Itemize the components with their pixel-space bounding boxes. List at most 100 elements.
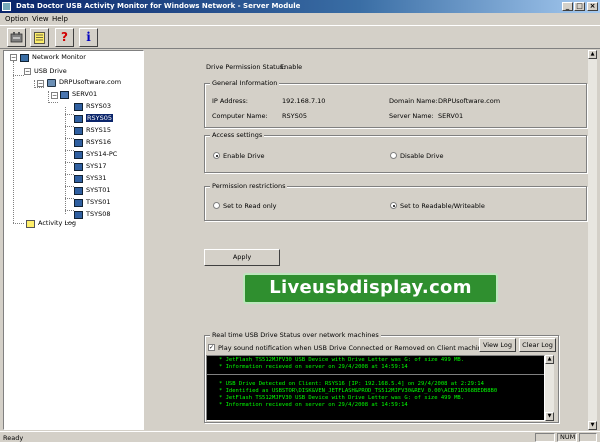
log-line: * Information recieved on server on 29/4… [219,364,408,370]
server-value: SERV01 [438,112,464,120]
read-only-label[interactable]: Set to Read only [223,202,276,210]
ip-value: 192.168.7.10 [282,97,326,105]
clear-log-button[interactable]: Clear Log [519,338,556,352]
notepad-icon [34,32,45,44]
status-seg [579,433,597,442]
scroll-down-arrow-icon[interactable]: ▼ [588,421,597,430]
menu-bar: Option View Help [0,13,600,25]
computer-icon [74,210,83,219]
computer-value: RSYS05 [282,112,308,120]
activity-log-output[interactable]: * JetFlash TS512MJFV30 USB Device with D… [206,355,545,421]
main-scrollbar[interactable]: ▲ ▼ [588,50,597,430]
tree-node-client[interactable]: SYST01 [74,186,110,195]
window-title: Data Doctor USB Activity Monitor for Win… [16,2,301,10]
usb-device-icon [10,32,23,43]
tree-node-client[interactable]: RSYS03 [74,102,111,111]
tree-node-client[interactable]: TSYS01 [74,198,110,207]
computer-icon [74,138,83,147]
network-icon [20,53,29,62]
computer-icon [74,102,83,111]
tree-node-domain[interactable]: DRPUsoftware.com [47,78,121,87]
info-button[interactable]: i [79,28,98,47]
status-text: Ready [3,434,24,442]
info-icon: i [86,30,91,44]
expand-toggle-usb-drive[interactable]: − [24,68,31,75]
general-info-group: General Information [204,79,587,128]
app-icon [2,2,11,11]
read-write-radio[interactable] [390,202,397,209]
tree-node-activity-log[interactable]: Activity Log [26,219,76,228]
scroll-down-arrow-icon[interactable]: ▼ [545,412,554,421]
server-label: Server Name: [389,112,434,120]
log-button[interactable] [30,28,49,47]
sound-notification-label[interactable]: Play sound notification when USB Drive C… [218,344,489,352]
status-bar: Ready NUM [0,431,600,442]
notepad-icon [26,219,35,228]
computer-icon [74,162,83,171]
permission-status-value: Enable [280,63,303,71]
apply-button[interactable]: Apply [204,249,280,266]
log-line: * Identified as USBSTOR\DISK&VEN_JETFLAS… [219,388,498,394]
log-line: * USB Drive Detected on Client: RSYS16 [… [219,381,484,387]
ip-label: IP Address: [212,97,248,105]
tree-node-network-monitor[interactable]: Network Monitor [20,53,86,62]
computer-icon [74,198,83,207]
access-settings-title: Access settings [210,131,265,140]
computer-icon [74,150,83,159]
tree-node-client[interactable]: RSYS15 [74,126,111,135]
disable-drive-radio[interactable] [390,152,397,159]
expand-toggle-domain[interactable]: − [37,80,44,87]
expand-toggle-server[interactable]: − [51,92,58,99]
server-icon [60,90,69,99]
computer-icon [74,174,83,183]
sound-notification-checkbox[interactable]: ✓ [208,344,215,351]
scroll-up-arrow-icon[interactable]: ▲ [588,50,597,59]
menu-view[interactable]: View [32,13,49,25]
status-seg [535,433,555,442]
computer-icon [74,114,83,123]
permission-status-label: Drive Permission Status: [206,63,286,71]
toolbar: ? i [0,25,600,49]
log-line: * JetFlash TS512MJFV30 USB Device with D… [219,357,465,363]
tree-node-server[interactable]: SERV01 [60,90,97,99]
maximize-button[interactable]: □ [574,2,585,11]
read-write-label[interactable]: Set to Readable/Writeable [400,202,485,210]
num-lock-indicator: NUM [557,433,577,442]
details-panel: Drive Permission Status: Enable General … [148,50,597,430]
tree-node-client[interactable]: SYS17 [74,162,107,171]
computer-label: Computer Name: [212,112,268,120]
log-line: * Information recieved on server on 29/4… [219,402,408,408]
log-scrollbar[interactable]: ▲ ▼ [545,355,554,421]
disable-drive-label[interactable]: Disable Drive [400,152,444,160]
watermark-banner: Liveusbdisplay.com [243,273,498,304]
domain-value: DRPUsoftware.com [438,97,501,105]
enable-drive-label[interactable]: Enable Drive [223,152,265,160]
tree-node-client[interactable]: TSYS08 [74,210,110,219]
tree-node-client-selected[interactable]: RSYS05 [74,114,114,123]
close-button[interactable]: × [587,2,598,11]
minimize-button[interactable]: _ [562,2,573,11]
domain-label: Domain Name: [389,97,438,105]
menu-help[interactable]: Help [52,13,68,25]
computer-icon [74,126,83,135]
read-only-radio[interactable] [213,202,220,209]
tree-node-client[interactable]: SYS31 [74,174,107,183]
general-info-title: General Information [210,79,280,88]
tree-node-usb-drive[interactable]: USB Drive [34,67,67,76]
log-line: * JetFlash TS512MJFV30 USB Device with D… [219,395,465,401]
menu-option[interactable]: Option [5,13,28,25]
computer-icon [74,186,83,195]
permission-restrictions-title: Permission restrictions [210,182,288,191]
usb-device-button[interactable] [7,28,26,47]
expand-toggle-network[interactable]: − [10,54,17,61]
tree-node-client[interactable]: SYS14-PC [74,150,117,159]
view-log-button[interactable]: View Log [479,338,516,352]
scroll-up-arrow-icon[interactable]: ▲ [545,355,554,364]
enable-drive-radio[interactable] [213,152,220,159]
network-tree[interactable]: − Network Monitor − USB Drive − DRPUsoft… [3,50,144,430]
title-bar: Data Doctor USB Activity Monitor for Win… [0,0,600,13]
help-icon: ? [61,30,68,44]
tree-node-client[interactable]: RSYS16 [74,138,111,147]
realtime-status-title: Real time USB Drive Status over network … [210,331,381,340]
help-button[interactable]: ? [55,28,74,47]
